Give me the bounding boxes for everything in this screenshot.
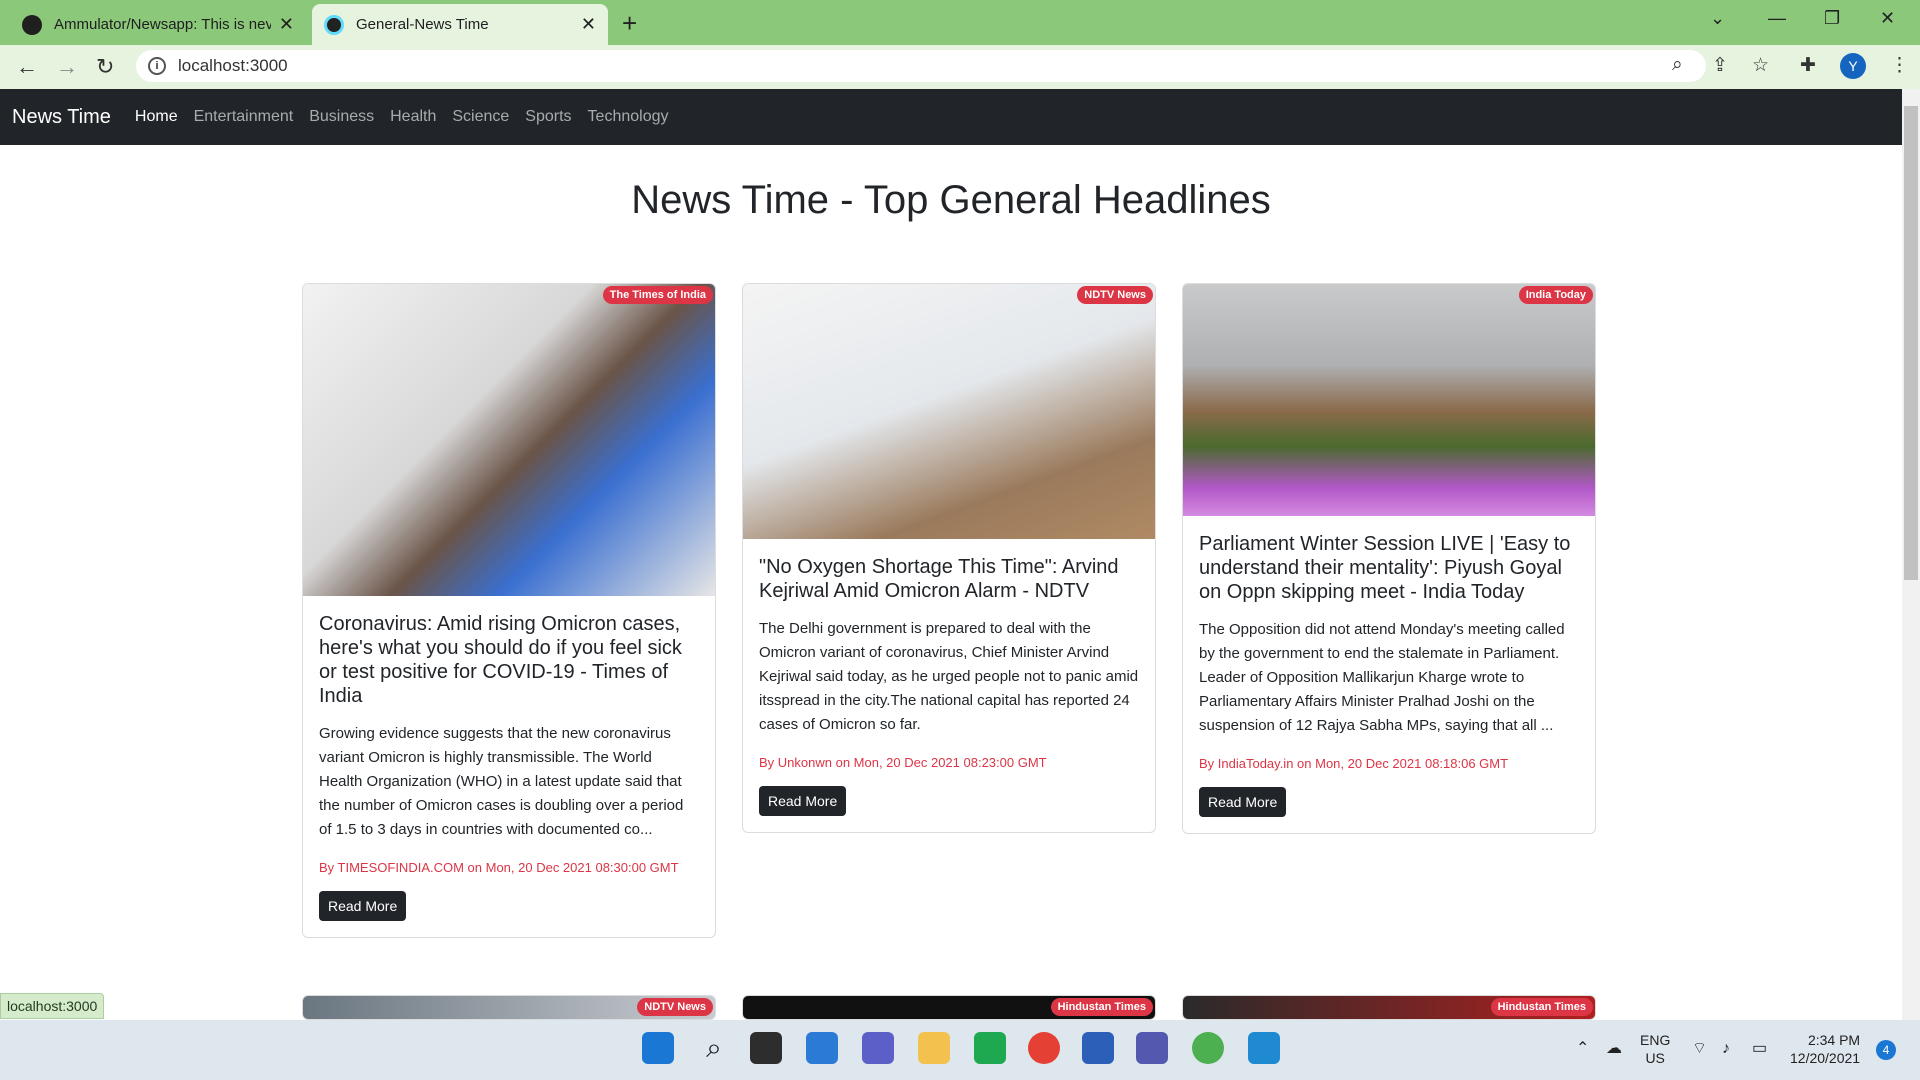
page-title: News Time - Top General Headlines [631,178,1271,222]
site-info-icon[interactable]: i [148,57,166,75]
read-more-button[interactable]: Read More [319,891,407,921]
news-meta: By TIMESOFINDIA.COM on Mon, 20 Dec 2021 … [319,860,679,875]
nav-link-entertainment[interactable]: Entertainment [194,108,294,126]
minimize-icon[interactable]: — [1768,8,1786,29]
nav-link-business[interactable]: Business [309,108,374,126]
close-icon[interactable]: ✕ [279,14,294,35]
task-view-icon[interactable] [750,1032,782,1064]
news-title: Parliament Winter Session LIVE | 'Easy t… [1199,533,1571,603]
nav-link-home[interactable]: Home [135,108,178,126]
vscode-icon[interactable] [1248,1032,1280,1064]
news-card: India Today Parliament Winter Session LI… [1182,283,1596,834]
close-icon[interactable]: ✕ [581,14,596,35]
wifi-icon[interactable]: ⌔ [1692,1040,1707,1058]
news-card: The Times of India Coronavirus: Amid ris… [302,283,716,938]
address-bar[interactable]: i localhost:3000 [136,50,1706,82]
date-text: 12/20/2021 [1790,1050,1861,1066]
link-status-bar: localhost:3000 [0,993,105,1019]
news-card: NDTV News [302,995,716,1020]
language-indicator[interactable]: ENG US [1640,1031,1670,1067]
nav-link-health[interactable]: Health [390,108,436,126]
word-icon[interactable] [1082,1032,1114,1064]
search-icon[interactable]: ⌕ [698,1032,730,1064]
restore-icon[interactable]: ❐ [1824,8,1840,29]
notification-badge[interactable]: 4 [1876,1040,1896,1060]
clock[interactable]: 2:34 PM 12/20/2021 [1790,1031,1860,1067]
news-card: Hindustan Times [1182,995,1596,1020]
taskbar [0,1020,1920,1080]
region-text: US [1645,1050,1665,1066]
navbar: News Time Home Entertainment Business He… [0,89,1902,145]
reload-icon[interactable]: ↻ [96,54,114,80]
nav-link-sports[interactable]: Sports [525,108,571,126]
source-badge: India Today [1518,286,1593,304]
onedrive-icon[interactable]: ☁ [1606,1040,1622,1058]
url-text: localhost:3000 [178,56,288,75]
share-icon[interactable]: ⇪ [1712,54,1728,77]
browser-tab-news[interactable]: General-News Time ✕ [312,4,608,45]
nav-link-science[interactable]: Science [452,108,509,126]
chat-icon[interactable] [862,1032,894,1064]
show-hidden-icons-icon[interactable]: ⌃ [1576,1040,1589,1058]
news-title: Coronavirus: Amid rising Omicron cases, … [319,613,682,707]
news-title: "No Oxygen Shortage This Time": Arvind K… [759,556,1119,602]
nav-link-technology[interactable]: Technology [588,108,669,126]
read-more-button[interactable]: Read More [1199,787,1287,817]
news-description: The Opposition did not attend Monday's m… [1199,621,1565,734]
news-card: Hindustan Times [742,995,1156,1020]
source-badge: Hindustan Times [1490,998,1593,1016]
time-text: 2:34 PM [1807,1032,1861,1048]
teams-icon[interactable] [1136,1032,1168,1064]
whatsapp-icon[interactable] [974,1032,1006,1064]
tab-search-icon[interactable]: ⌄ [1710,8,1725,29]
navbar-brand[interactable]: News Time [12,106,111,129]
source-badge: The Times of India [602,286,713,304]
tab-title: General-News Time [356,16,489,33]
news-meta: By Unkonwn on Mon, 20 Dec 2021 08:23:00 … [759,755,1047,770]
menu-icon[interactable]: ⋮ [1890,54,1909,77]
news-description: Growing evidence suggests that the new c… [319,725,684,838]
scrollbar-thumb[interactable] [1904,106,1918,580]
battery-icon[interactable]: ▭ [1752,1040,1767,1058]
news-meta: By IndiaToday.in on Mon, 20 Dec 2021 08:… [1199,756,1509,771]
news-image: India Today [1183,284,1595,516]
react-icon [324,14,344,35]
profile-avatar[interactable]: Y [1840,53,1866,79]
source-badge: Hindustan Times [1050,998,1153,1016]
news-description: The Delhi government is prepared to deal… [759,620,1139,733]
windows-start-icon[interactable] [642,1032,674,1064]
source-badge: NDTV News [1077,286,1153,304]
file-explorer-icon[interactable] [918,1032,950,1064]
source-badge: NDTV News [637,998,713,1016]
volume-icon[interactable]: ♪ [1722,1040,1730,1058]
tab-title: Ammulator/Newsapp: This is nev [54,16,271,33]
news-image: NDTV News [743,284,1155,539]
window-close-icon[interactable]: ✕ [1880,8,1895,29]
read-more-button[interactable]: Read More [759,786,847,816]
bookmark-star-icon[interactable]: ☆ [1752,54,1769,77]
news-image: The Times of India [303,284,715,596]
forward-icon[interactable]: → [56,54,78,80]
zoom-icon[interactable]: ⌕ [1672,54,1683,76]
lang-text: ENG [1640,1032,1671,1048]
back-icon[interactable]: ← [16,54,38,80]
browser-tab-github[interactable]: Ammulator/Newsapp: This is nev ✕ [10,4,306,45]
github-icon [22,14,42,35]
widgets-icon[interactable] [806,1032,838,1064]
chrome-icon[interactable] [1028,1032,1060,1064]
extensions-icon[interactable]: ✚ [1800,54,1816,77]
new-tab-button[interactable]: + [622,8,637,39]
chrome-profile-icon[interactable] [1192,1032,1224,1064]
news-card: NDTV News "No Oxygen Shortage This Time"… [742,283,1156,833]
